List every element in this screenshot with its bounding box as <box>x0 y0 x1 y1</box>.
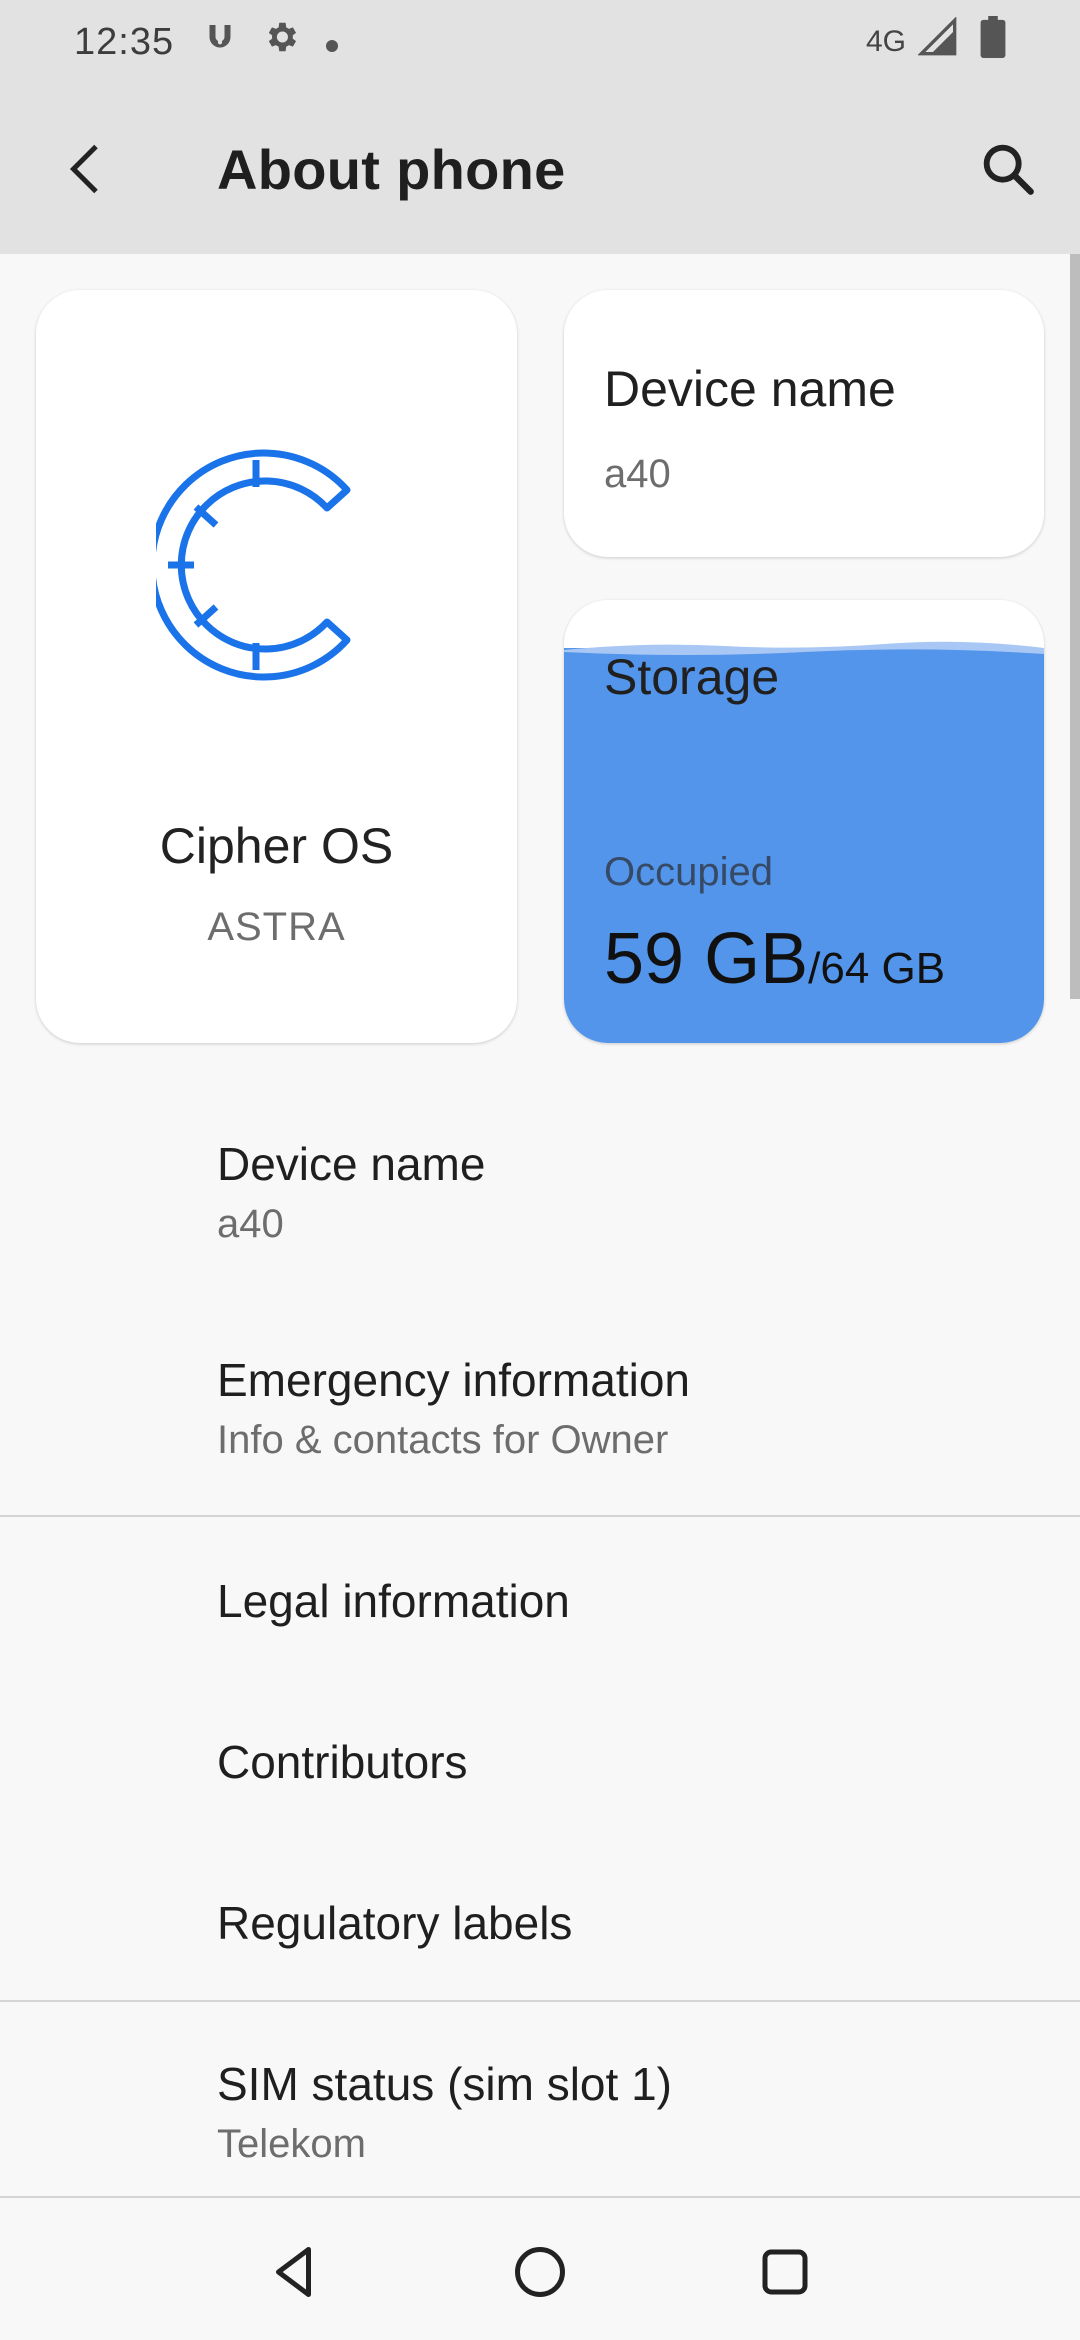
cipher-os-logo-icon <box>148 445 396 685</box>
list-item-subtitle: a40 <box>217 1202 284 1246</box>
status-time: 12:35 <box>74 20 175 63</box>
storage-title: Storage <box>604 649 780 705</box>
os-name: Cipher OS <box>159 818 394 874</box>
list-item-title: Emergency information <box>217 1354 690 1406</box>
battery-icon <box>980 16 1006 68</box>
list-item-subtitle: Telekom <box>217 2122 366 2166</box>
storage-card[interactable]: Storage Occupied 59 GB/64 GB <box>564 600 1044 1043</box>
list-item-regulatory-labels[interactable]: Regulatory labels <box>0 1839 1080 2000</box>
list-item-contributors[interactable]: Contributors <box>0 1678 1080 1839</box>
os-version: ASTRA <box>207 905 346 949</box>
scrollbar[interactable] <box>1070 254 1080 999</box>
device-card-value: a40 <box>604 452 671 496</box>
storage-occupied-label: Occupied <box>604 850 773 894</box>
device-name-card[interactable]: Device name a40 <box>564 290 1044 557</box>
storage-used: 59 GB <box>604 919 809 999</box>
list-item-subtitle: Info & contacts for Owner <box>217 1418 669 1462</box>
storage-total: /64 GB <box>808 944 946 993</box>
list-item-title: Legal information <box>217 1575 570 1627</box>
settings-gear-icon <box>262 18 300 66</box>
notification-dot-icon <box>324 21 340 64</box>
nav-back-icon[interactable] <box>266 2242 326 2302</box>
signal-icon <box>917 16 958 67</box>
list-item-title: SIM status (sim slot 1) <box>217 2058 672 2110</box>
nav-home-icon[interactable] <box>510 2242 570 2302</box>
page-title: About phone <box>217 137 566 201</box>
os-card[interactable]: Cipher OS ASTRA <box>36 290 517 1043</box>
vpn-key-icon <box>202 19 238 65</box>
arrow-back-icon[interactable] <box>56 139 116 199</box>
list-item-emergency-info[interactable]: Emergency information Info & contacts fo… <box>0 1290 1080 1515</box>
status-right-group: 4G <box>866 16 1006 68</box>
navigation-bar <box>0 2198 1080 2340</box>
status-bar: 12:35 4G <box>0 0 1080 84</box>
list-item-sim-status[interactable]: SIM status (sim slot 1) Telekom <box>0 2002 1080 2198</box>
list-item-title: Contributors <box>217 1736 468 1788</box>
network-type: 4G <box>865 25 906 58</box>
list-item-title: Regulatory labels <box>217 1897 573 1949</box>
list-item-device-name[interactable]: Device name a40 <box>0 1080 1080 1290</box>
list-item-title: Device name <box>217 1138 486 1190</box>
storage-amount: 59 GB/64 GB <box>604 918 945 1000</box>
list-item-legal-info[interactable]: Legal information <box>0 1517 1080 1678</box>
app-bar: About phone <box>0 84 1080 254</box>
nav-recents-icon[interactable] <box>755 2242 815 2302</box>
device-card-title: Device name <box>604 361 896 417</box>
search-icon[interactable] <box>976 137 1040 201</box>
